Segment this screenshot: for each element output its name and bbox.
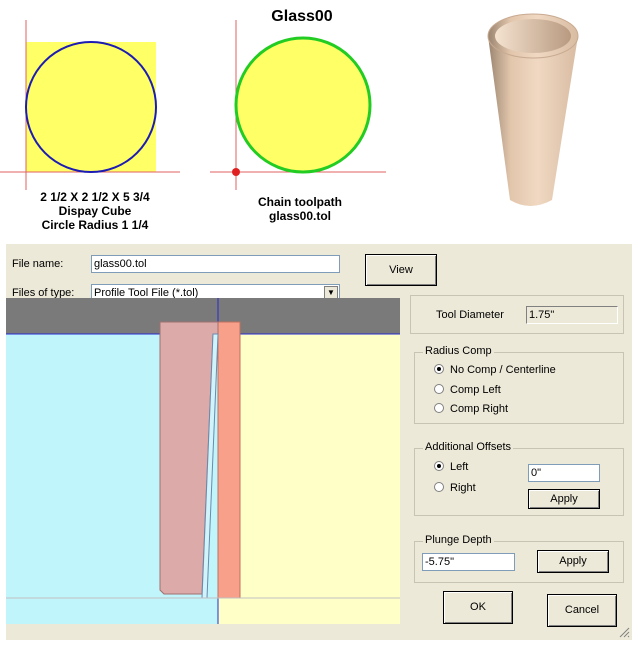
- radio-label: Left: [450, 461, 469, 473]
- tool-diameter-value: 1.75": [526, 306, 618, 324]
- caption-line: Dispay Cube: [58, 204, 132, 218]
- radio-no-comp[interactable]: No Comp / Centerline: [434, 364, 556, 376]
- toolpath-preview[interactable]: [6, 298, 400, 624]
- tool-diameter-label: Tool Diameter: [436, 309, 504, 321]
- cancel-button[interactable]: Cancel: [547, 594, 617, 627]
- cylinder-body: [488, 36, 578, 206]
- apply-plunge-button[interactable]: Apply: [537, 550, 609, 573]
- tool-right-section: [217, 321, 241, 599]
- file-name-label: File name:: [12, 258, 64, 270]
- radio-selected-icon[interactable]: [434, 364, 444, 375]
- caption-line: glass00.tol: [268, 209, 332, 223]
- yellow-region: [218, 334, 400, 624]
- ok-button[interactable]: OK: [443, 591, 513, 624]
- offset-input[interactable]: 0": [528, 464, 600, 482]
- radio-label: Comp Right: [450, 403, 509, 415]
- resize-grip-icon[interactable]: [618, 626, 630, 638]
- cylinder-opening: [495, 19, 571, 53]
- radio-icon[interactable]: [434, 384, 444, 395]
- tool-file-dialog: File name: glass00.tol Files of type: Pr…: [6, 244, 632, 640]
- view-button[interactable]: View: [365, 254, 437, 286]
- toolpath-caption: Chain toolpath glass00.tol: [225, 195, 375, 223]
- apply-offset-button[interactable]: Apply: [528, 489, 600, 509]
- radio-label: Comp Left: [450, 384, 501, 396]
- radio-selected-icon[interactable]: [434, 461, 444, 472]
- plunge-depth-input[interactable]: -5.75": [422, 553, 515, 571]
- radius-comp-title: Radius Comp: [423, 345, 494, 357]
- cube-caption: 2 1/2 X 2 1/2 X 5 3/4 Dispay Cube Circle…: [20, 190, 170, 232]
- plunge-depth-title: Plunge Depth: [423, 534, 494, 546]
- chain-toolpath-diagram: [210, 20, 386, 190]
- radio-comp-right[interactable]: Comp Right: [434, 403, 508, 415]
- caption-line: 2 1/2 X 2 1/2 X 5 3/4: [40, 190, 150, 204]
- origin-point: [232, 168, 240, 176]
- radio-label: Right: [450, 482, 476, 494]
- radio-icon[interactable]: [434, 403, 444, 414]
- cube-circle-diagram: [0, 20, 180, 190]
- toolpath-circle: [234, 36, 372, 174]
- caption-line: Chain toolpath: [258, 195, 342, 209]
- caption-line: Circle Radius 1 1/4: [41, 218, 149, 232]
- radio-offset-left[interactable]: Left: [434, 461, 468, 473]
- radio-offset-right[interactable]: Right: [434, 482, 476, 494]
- glass-3d-render: [487, 13, 579, 206]
- radio-label: No Comp / Centerline: [450, 364, 556, 376]
- additional-offsets-title: Additional Offsets: [423, 441, 514, 453]
- radio-comp-left[interactable]: Comp Left: [434, 384, 501, 396]
- file-name-input[interactable]: glass00.tol: [91, 255, 340, 273]
- radio-icon[interactable]: [434, 482, 444, 493]
